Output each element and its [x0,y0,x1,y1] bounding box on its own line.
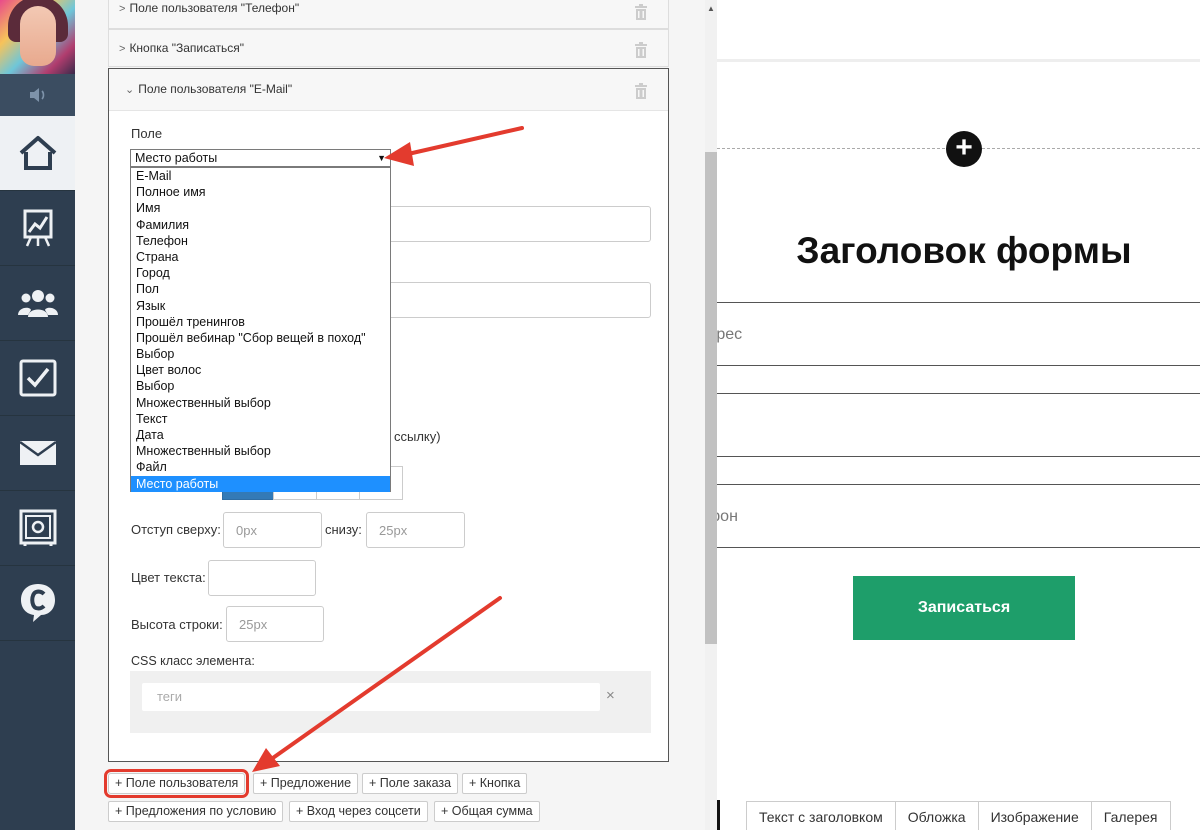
accordion-title: Поле пользователя "Телефон" [129,1,300,15]
dropdown-option[interactable]: Множественный выбор [131,443,390,459]
phone-field-fragment[interactable]: фон [717,508,738,526]
dropdown-option[interactable]: Выбор [131,346,390,362]
field-line [717,547,1200,548]
sidebar-item-chat[interactable] [0,566,75,641]
trash-icon[interactable] [634,42,648,58]
dropdown-option[interactable]: E-Mail [131,168,390,184]
chart-board-icon [23,209,52,247]
line-height-label: Высота строки: [131,617,223,632]
dropdown-option[interactable]: Текст [131,411,390,427]
select-value: Место работы [135,151,218,165]
tab-text-with-title[interactable]: Текст с заголовком [746,801,896,830]
dropdown-option[interactable]: Телефон [131,233,390,249]
field-line [717,302,1200,303]
sidebar-item-users[interactable] [0,266,75,341]
home-icon [19,136,56,170]
add-order-field-button[interactable]: + Поле заказа [362,773,459,794]
dropdown-option[interactable]: Цвет волос [131,362,390,378]
add-conditional-offers-button[interactable]: + Предложения по условию [108,801,284,822]
sound-bar[interactable] [0,74,75,116]
chat-c-icon [20,584,55,622]
avatar-face [20,6,56,66]
chevron-right-icon: > [119,43,126,55]
field-line [717,484,1200,485]
field-line [717,393,1200,394]
css-class-label: CSS класс элемента: [131,654,255,668]
line-height-input[interactable]: 25px [226,606,324,642]
tab-cover[interactable]: Обложка [894,801,979,830]
margin-top-label: Отступ сверху: [131,522,221,537]
mail-icon [18,440,57,465]
text-color-input[interactable] [208,560,316,596]
dropdown-arrow-icon: ▼ [377,153,386,163]
add-block-button[interactable]: + [946,131,982,167]
avatar[interactable] [0,0,75,74]
tab-gallery[interactable]: Галерея [1090,801,1171,830]
margin-bottom-input[interactable]: 25px [366,512,465,548]
margin-bottom-label: снизу: [325,522,362,537]
accordion-title: Кнопка "Записаться" [129,41,245,55]
margin-top-input[interactable]: 0px [223,512,322,548]
form-title[interactable]: Заголовок формы [717,230,1200,272]
field-select[interactable]: Место работы ▼ [130,149,391,167]
dropdown-option[interactable]: Прошёл вебинар "Сбор вещей в поход" [131,330,390,346]
chevron-down-icon: ⌄ [125,84,135,96]
dropdown-option[interactable]: Место работы [131,475,390,492]
editor-scrollbar[interactable]: ▲ [705,0,717,830]
tags-input[interactable]: теги [142,683,600,711]
scrollbar-thumb[interactable] [705,152,717,644]
signup-button[interactable]: Записаться [853,576,1075,640]
accordion-title: Поле пользователя "E-Mail" [138,82,293,96]
trash-icon[interactable] [634,83,648,99]
preview-edge [717,800,720,830]
accordion-phone-field[interactable]: > Поле пользователя "Телефон" [108,0,669,29]
clear-tags-icon[interactable]: × [606,687,615,704]
add-social-login-button[interactable]: + Вход через соцсети [289,801,428,822]
address-field-fragment[interactable]: дрес [717,326,742,344]
sidebar-item-safe[interactable] [0,491,75,566]
text-color-label: Цвет текста: [131,570,206,585]
dropdown-option[interactable]: Пол [131,281,390,297]
dropdown-option[interactable]: Страна [131,249,390,265]
block-type-tabs: Текст с заголовком Обложка Изображение Г… [746,801,1171,830]
left-sidebar [0,0,75,830]
safe-icon [19,509,56,546]
scroll-up-icon[interactable]: ▲ [707,4,715,13]
sidebar-item-mail[interactable] [0,416,75,491]
dropdown-option[interactable]: Файл [131,459,390,475]
placeholder-input[interactable] [370,206,651,242]
dropdown-option[interactable]: Полное имя [131,184,390,200]
accordion-signup-button[interactable]: > Кнопка "Записаться" [108,29,669,67]
field-dropdown-list: E-Mail Полное имя Имя Фамилия Телефон Страна Г… [130,167,391,492]
tab-image[interactable]: Изображение [977,801,1092,830]
add-user-field-button[interactable]: + Поле пользователя [103,769,250,798]
sidebar-item-stats[interactable] [0,191,75,266]
dropdown-option[interactable]: Город [131,265,390,281]
field-line [717,365,1200,366]
accordion-header[interactable]: ⌄ Поле пользователя "E-Mail" [109,69,668,111]
label-input[interactable] [370,282,651,318]
preview-top-band [717,0,1200,62]
users-group-icon [17,290,58,317]
form-preview: + Заголовок формы дрес фон Записаться Те… [717,0,1200,830]
dropdown-option[interactable]: Выбор [131,378,390,394]
speaker-icon [29,88,44,102]
sidebar-item-home[interactable] [0,116,75,191]
dropdown-option[interactable]: Имя [131,200,390,216]
sidebar-item-tasks[interactable] [0,341,75,416]
dropdown-option[interactable]: Множественный выбор [131,395,390,411]
dropdown-option[interactable]: Язык [131,298,390,314]
dropdown-option[interactable]: Дата [131,427,390,443]
add-button-button[interactable]: + Кнопка [462,773,528,794]
trash-icon[interactable] [634,4,648,20]
field-label: Поле [131,126,163,141]
chevron-right-icon: > [119,3,126,15]
field-line [717,456,1200,457]
link-text-fragment: ссылку) [394,429,441,444]
dropdown-option[interactable]: Фамилия [131,217,390,233]
dropdown-option[interactable]: Прошёл тренингов [131,314,390,330]
add-total-sum-button[interactable]: + Общая сумма [434,801,540,822]
add-offer-button[interactable]: + Предложение [253,773,359,794]
checkbox-icon [19,359,56,397]
